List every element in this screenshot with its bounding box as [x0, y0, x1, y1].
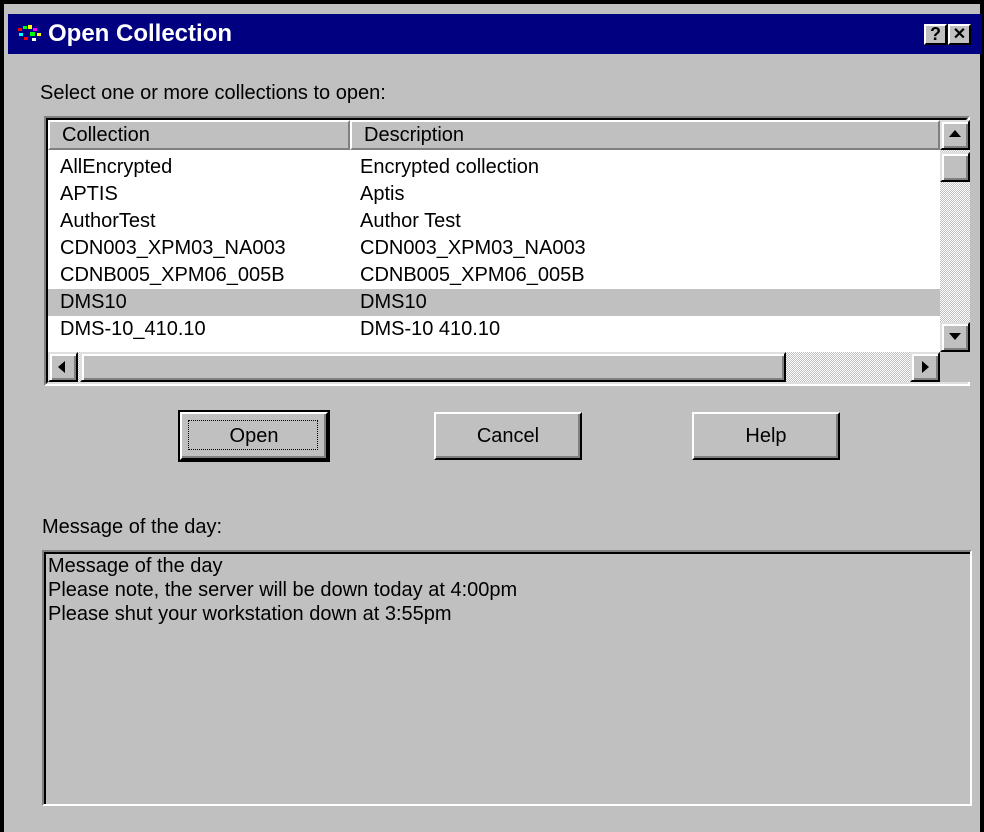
motd-line: Please shut your workstation down at 3:5…	[48, 603, 452, 625]
collection-cell: AuthorTest	[60, 210, 156, 232]
description-cell: DMS10	[360, 291, 427, 313]
arrow-left-icon	[58, 361, 65, 373]
description-cell: Encrypted collection	[360, 156, 539, 178]
collection-cell: AllEncrypted	[60, 156, 173, 178]
cancel-button[interactable]: Cancel	[434, 412, 582, 460]
open-collection-dialog: Open Collection ? ✕ Select one or more c…	[0, 0, 984, 832]
table-row[interactable]: DMS-10_410.10 DMS-10 410.10	[48, 316, 940, 343]
focus-rectangle	[188, 420, 318, 450]
scroll-corner	[940, 352, 970, 382]
column-header-collection[interactable]: Collection	[48, 120, 350, 150]
arrow-up-icon	[949, 130, 961, 137]
select-collections-text: Select one or more collections to open:	[40, 82, 386, 104]
motd-line: Message of the day	[48, 555, 223, 577]
help-button[interactable]: Help	[692, 412, 840, 460]
cancel-button-label: Cancel	[476, 425, 540, 447]
table-row[interactable]: AllEncrypted Encrypted collection	[48, 154, 940, 181]
collection-cell: CDN003_XPM03_NA003	[60, 237, 286, 259]
collection-cell: CDNB005_XPM06_005B	[60, 264, 285, 286]
collection-cell: DMS-10_410.10	[60, 318, 206, 340]
title-bar[interactable]: Open Collection ? ✕	[8, 14, 982, 54]
table-row[interactable]: DMS10 DMS10	[48, 289, 940, 316]
select-collections-label: Select one or more collections to open:	[40, 82, 386, 105]
table-row[interactable]: CDNB005_XPM06_005B CDNB005_XPM06_005B	[48, 262, 940, 289]
description-cell: CDNB005_XPM06_005B	[360, 264, 585, 286]
column-header-description[interactable]: Description	[350, 120, 940, 150]
collection-cell: DMS10	[60, 291, 127, 313]
description-cell: Author Test	[360, 210, 461, 232]
scroll-up-button[interactable]	[940, 120, 970, 150]
description-cell: Aptis	[360, 183, 405, 205]
list-header: Collection Description	[48, 120, 940, 150]
scroll-left-button[interactable]	[48, 352, 78, 382]
help-icon[interactable]: ?	[924, 24, 947, 45]
description-cell: DMS-10 410.10	[360, 318, 501, 340]
table-row[interactable]: APTIS Aptis	[48, 181, 940, 208]
arrow-down-icon	[949, 333, 961, 340]
close-icon[interactable]: ✕	[948, 24, 971, 45]
scroll-down-button[interactable]	[940, 322, 970, 352]
motd-textbox[interactable]: Message of the day Please note, the serve…	[42, 550, 972, 806]
app-icon	[18, 25, 41, 41]
collection-cell: APTIS	[60, 183, 118, 205]
table-row[interactable]: AuthorTest Author Test	[48, 208, 940, 235]
scroll-right-button[interactable]	[910, 352, 940, 382]
window-title: Open Collection	[48, 20, 233, 47]
scroll-thumb[interactable]	[940, 152, 970, 182]
motd-label: Message of the day:	[42, 516, 223, 538]
help-button-label: Help	[745, 425, 787, 447]
collection-list[interactable]: Collection Description AllEncrypted Encry…	[44, 116, 970, 386]
hscroll-thumb[interactable]	[80, 352, 786, 382]
open-button[interactable]: Open	[178, 410, 330, 462]
arrow-right-icon	[922, 361, 929, 373]
table-row[interactable]: CDN003_XPM03_NA003 CDN003_XPM03_NA003	[48, 235, 940, 262]
horizontal-scrollbar[interactable]	[48, 352, 940, 382]
vertical-scrollbar[interactable]	[940, 120, 970, 352]
motd-line: Please note, the server will be down tod…	[48, 579, 518, 601]
description-cell: CDN003_XPM03_NA003	[360, 237, 586, 259]
